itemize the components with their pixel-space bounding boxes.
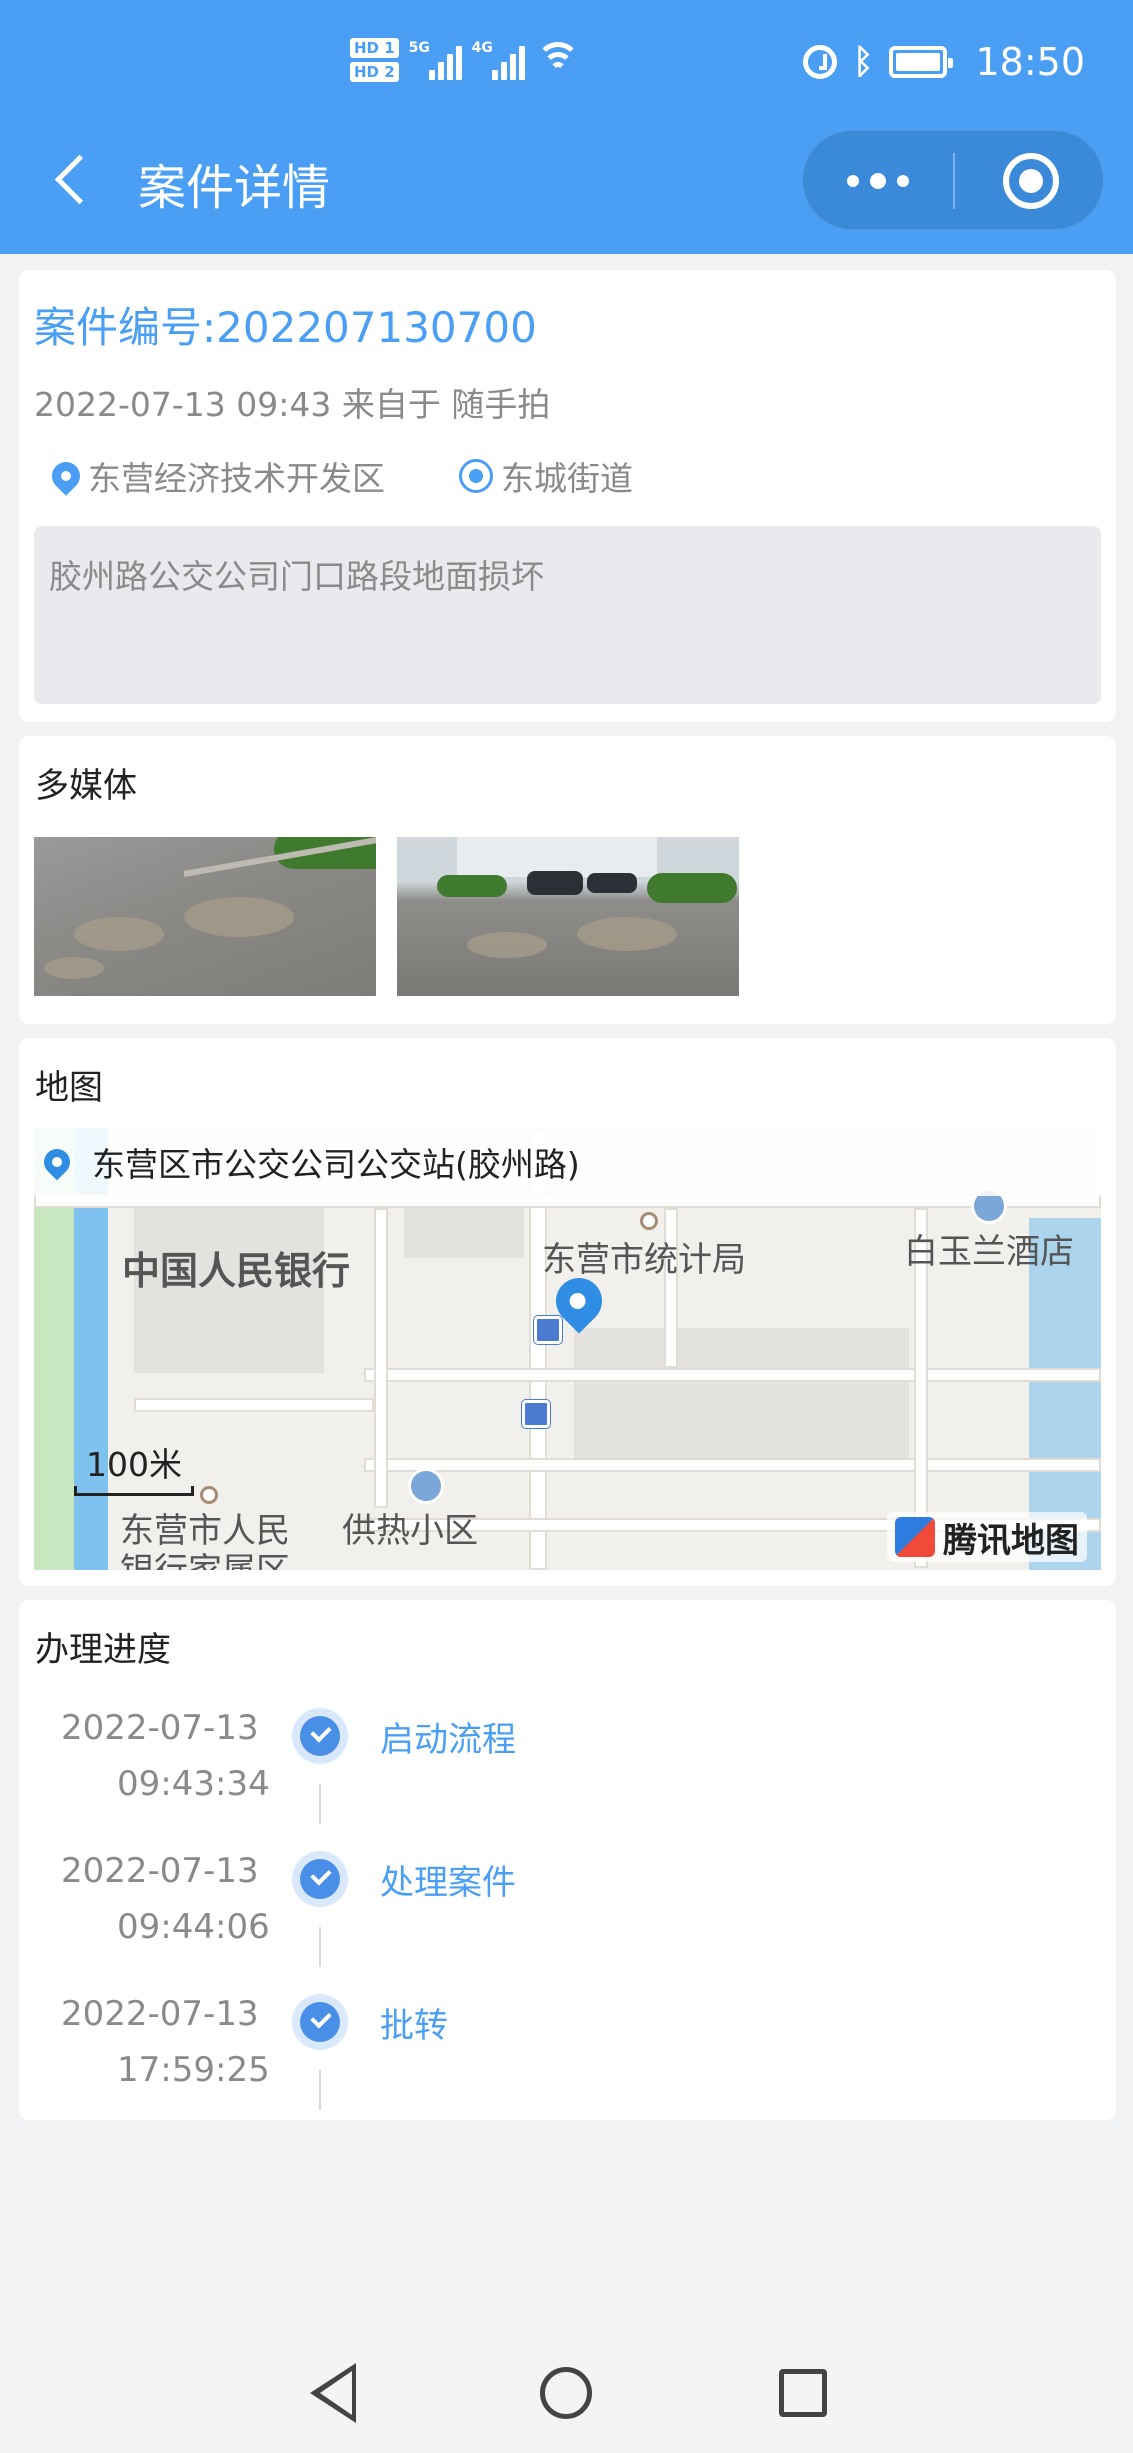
map-brand: 腾讯地图 <box>887 1512 1087 1562</box>
status-bar: HD 1 HD 2 5G 4G ᛒ 18:50 <box>0 0 1133 120</box>
bluetooth-icon: ᛒ <box>853 42 874 82</box>
network-indicators: HD 1 HD 2 5G 4G <box>350 28 581 92</box>
check-circle-icon <box>292 1708 348 1764</box>
app-header: HD 1 HD 2 5G 4G ᛒ 18:50 案件详情 <box>0 0 1133 254</box>
district-label: 东营经济技术开发区 <box>88 459 385 498</box>
street-label: 东城街道 <box>501 459 633 498</box>
map-label-bank: 中国人民银行 <box>122 1249 351 1293</box>
timeline-item: 2022-07-13 17:59:25 批转 <box>19 1994 1116 2138</box>
case-number: 案件编号:202207130700 <box>34 303 537 352</box>
capsule-divider <box>953 153 955 209</box>
pothole-photo[interactable] <box>34 837 376 996</box>
timeline-item: 2022-07-13 09:43:34 启动流程 <box>19 1708 1116 1852</box>
street-target-icon <box>459 459 493 493</box>
map-title: 地图 <box>35 1068 103 1108</box>
signal-4g-icon: 4G <box>472 40 525 80</box>
progress-title: 办理进度 <box>35 1630 171 1670</box>
address-pin-icon <box>38 1143 76 1181</box>
case-meta: 2022-07-13 09:43 来自于 随手拍 <box>34 385 551 424</box>
case-location-row: 东营经济技术开发区 东城街道 <box>46 453 633 499</box>
street-photo[interactable] <box>397 837 739 996</box>
wifi-icon <box>535 40 581 80</box>
map-address: 东营区市公交公司公交站(胶州路) <box>92 1145 580 1184</box>
timeline-step-label: 启动流程 <box>380 1720 516 1760</box>
case-description: 胶州路公交公司门口路段地面损坏 <box>34 526 1101 704</box>
more-dots-icon[interactable] <box>803 131 953 231</box>
map-scale: 100米 <box>74 1438 194 1496</box>
mini-program-capsule <box>802 130 1104 230</box>
status-time: 18:50 <box>975 40 1085 84</box>
map-label-community: 供热小区 <box>342 1511 478 1551</box>
media-card: 多媒体 <box>19 736 1116 1024</box>
media-title: 多媒体 <box>35 766 137 806</box>
sim2-badge: HD 2 <box>350 62 399 82</box>
check-circle-icon <box>292 1994 348 2050</box>
system-navigation-bar <box>0 2333 1133 2453</box>
check-circle-icon <box>292 1851 348 1907</box>
system-recents-icon[interactable] <box>779 2369 827 2417</box>
tencent-map-logo-icon <box>895 1517 935 1557</box>
timeline-step-label: 批转 <box>380 2006 448 2046</box>
progress-card: 办理进度 2022-07-13 09:43:34 启动流程 2022-07-13… <box>19 1600 1116 2120</box>
page-title: 案件详情 <box>138 160 331 216</box>
alarm-icon <box>803 45 838 79</box>
map-card: 地图 中国人民银行 东营市统计局 白玉兰酒店 供热小区 东营市人民 银行家属区 … <box>19 1038 1116 1586</box>
case-card: 案件编号:202207130700 2022-07-13 09:43 来自于 随… <box>19 270 1116 722</box>
timeline-item: 2022-07-13 09:44:06 处理案件 <box>19 1851 1116 1995</box>
back-chevron-icon[interactable] <box>40 150 100 210</box>
battery-icon <box>889 46 954 78</box>
map-address-bar: 东营区市公交公司公交站(胶州路) <box>34 1128 1101 1196</box>
location-pin-icon <box>46 456 86 496</box>
sim1-badge: HD 1 <box>350 38 399 58</box>
signal-5g-icon: 5G <box>409 40 462 80</box>
navigation-bar: 案件详情 <box>0 130 1133 230</box>
system-back-icon[interactable] <box>310 2363 364 2423</box>
map-view[interactable]: 中国人民银行 东营市统计局 白玉兰酒店 供热小区 东营市人民 银行家属区 东营区… <box>34 1128 1101 1570</box>
map-label-residence-2: 银行家属区 <box>120 1543 290 1570</box>
map-label-stats: 东营市统计局 <box>542 1240 746 1280</box>
close-target-icon[interactable] <box>1003 153 1059 209</box>
map-label-hotel: 白玉兰酒店 <box>904 1232 1074 1272</box>
system-home-icon[interactable] <box>540 2367 592 2419</box>
timeline-step-label: 处理案件 <box>380 1863 516 1903</box>
